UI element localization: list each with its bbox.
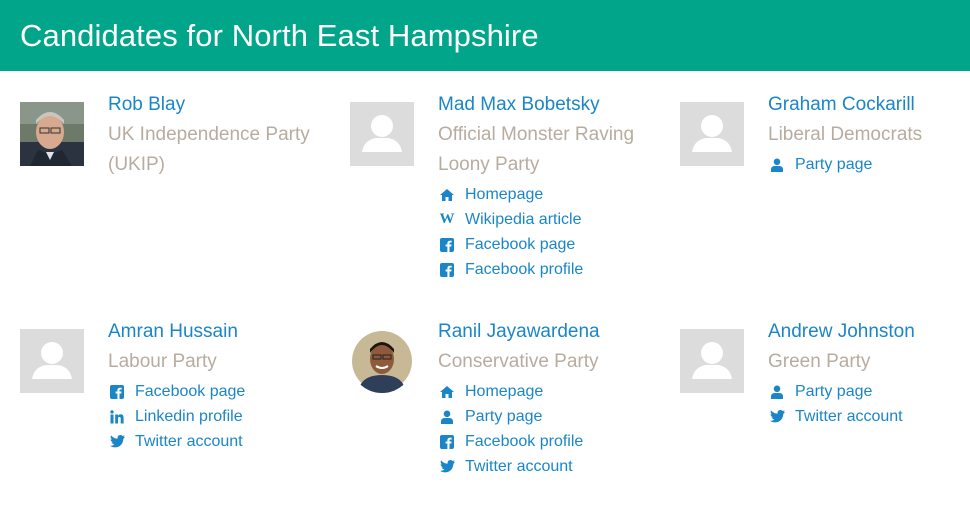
- twitter-icon: [768, 409, 786, 425]
- candidate-name[interactable]: Amran Hussain: [108, 317, 323, 347]
- candidate-party: UK Independence Party (UKIP): [108, 124, 310, 175]
- candidate-card: Amran Hussain Labour Party Facebook page…: [20, 321, 323, 529]
- candidate-card: Ranil Jayawardena Conservative Party Hom…: [350, 321, 653, 529]
- candidate-card: Andrew Johnston Green Party Party page T…: [680, 321, 970, 529]
- candidate-photo: [350, 329, 414, 393]
- candidate-photo-placeholder: [680, 102, 744, 166]
- link-twitter-account[interactable]: Twitter account: [108, 429, 323, 454]
- link-label[interactable]: Party page: [795, 383, 872, 401]
- link-label[interactable]: Twitter account: [465, 458, 573, 476]
- candidate-party: Green Party: [768, 351, 871, 372]
- user-icon: [768, 157, 786, 173]
- link-party-page[interactable]: Party page: [768, 152, 970, 177]
- home-icon: [438, 187, 456, 203]
- link-homepage[interactable]: Homepage: [438, 379, 653, 404]
- link-label[interactable]: Wikipedia article: [465, 211, 581, 229]
- candidate-photo-placeholder: [680, 329, 744, 393]
- candidate-party: Conservative Party: [438, 351, 599, 372]
- facebook-icon: [438, 237, 456, 253]
- link-facebook-page[interactable]: Facebook page: [108, 379, 323, 404]
- candidate-name[interactable]: Andrew Johnston: [768, 317, 970, 347]
- facebook-icon: [438, 262, 456, 278]
- candidate-photo: [20, 102, 84, 166]
- home-icon: [438, 384, 456, 400]
- linkedin-icon: [108, 409, 126, 425]
- link-facebook-page[interactable]: Facebook page: [438, 232, 653, 257]
- candidate-party: Official Monster Raving Loony Party: [438, 124, 635, 175]
- link-twitter-account[interactable]: Twitter account: [768, 404, 970, 429]
- link-label[interactable]: Twitter account: [795, 408, 903, 426]
- candidate-card: Graham Cockarill Liberal Democrats Party…: [680, 94, 970, 302]
- link-wikipedia[interactable]: W Wikipedia article: [438, 207, 653, 232]
- link-label[interactable]: Party page: [795, 156, 872, 174]
- link-facebook-profile[interactable]: Facebook profile: [438, 429, 653, 454]
- candidate-name[interactable]: Rob Blay: [108, 90, 323, 120]
- link-label[interactable]: Homepage: [465, 383, 543, 401]
- link-party-page[interactable]: Party page: [768, 379, 970, 404]
- candidate-photo-placeholder: [20, 329, 84, 393]
- link-label[interactable]: Facebook page: [135, 383, 245, 401]
- link-label[interactable]: Facebook page: [465, 236, 575, 254]
- wikipedia-icon: W: [439, 211, 455, 227]
- twitter-icon: [108, 434, 126, 450]
- candidate-party: Labour Party: [108, 351, 217, 372]
- facebook-icon: [108, 384, 126, 400]
- candidate-photo-placeholder: [350, 102, 414, 166]
- link-label[interactable]: Homepage: [465, 186, 543, 204]
- candidate-party: Liberal Democrats: [768, 124, 923, 145]
- link-linkedin-profile[interactable]: Linkedin profile: [108, 404, 323, 429]
- candidate-links: Homepage W Wikipedia article Facebook pa…: [438, 182, 653, 282]
- candidate-links: Party page: [768, 152, 970, 177]
- link-homepage[interactable]: Homepage: [438, 182, 653, 207]
- candidates-grid: Rob Blay UK Independence Party (UKIP) Ma…: [0, 71, 970, 525]
- link-label[interactable]: Facebook profile: [465, 433, 583, 451]
- link-twitter-account[interactable]: Twitter account: [438, 454, 653, 479]
- candidate-name[interactable]: Mad Max Bobetsky: [438, 90, 653, 120]
- candidate-links: Facebook page Linkedin profile Twitter a…: [108, 379, 323, 454]
- candidate-card: Mad Max Bobetsky Official Monster Raving…: [350, 94, 653, 302]
- facebook-icon: [438, 434, 456, 450]
- link-party-page[interactable]: Party page: [438, 404, 653, 429]
- twitter-icon: [438, 459, 456, 475]
- link-label[interactable]: Facebook profile: [465, 261, 583, 279]
- page-header: Candidates for North East Hampshire: [0, 0, 970, 71]
- candidate-name[interactable]: Ranil Jayawardena: [438, 317, 653, 347]
- link-label[interactable]: Party page: [465, 408, 542, 426]
- user-icon: [768, 384, 786, 400]
- candidate-links: Homepage Party page Facebook profile Twi…: [438, 379, 653, 479]
- page-title: Candidates for North East Hampshire: [20, 17, 539, 53]
- candidate-name[interactable]: Graham Cockarill: [768, 90, 970, 120]
- user-icon: [438, 409, 456, 425]
- candidate-card: Rob Blay UK Independence Party (UKIP): [20, 94, 320, 302]
- link-label[interactable]: Linkedin profile: [135, 408, 243, 426]
- link-facebook-profile[interactable]: Facebook profile: [438, 257, 653, 282]
- candidate-links: Party page Twitter account: [768, 379, 970, 429]
- link-label[interactable]: Twitter account: [135, 433, 243, 451]
